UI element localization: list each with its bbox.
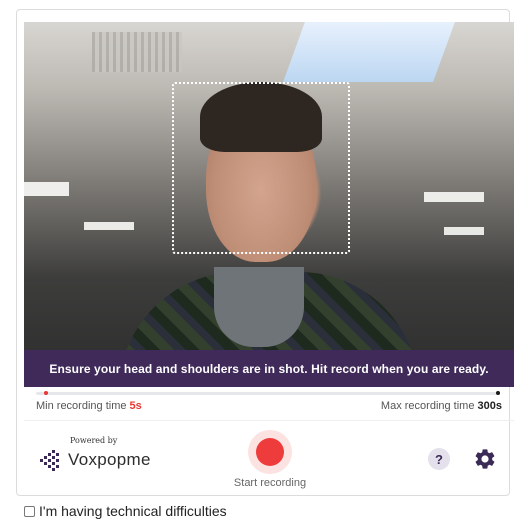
instruction-banner: Ensure your head and shoulders are in sh… [24, 350, 514, 387]
technical-difficulties-label[interactable]: I'm having technical difficulties [39, 503, 227, 519]
gear-icon[interactable] [473, 447, 497, 471]
ceiling-vent [92, 32, 182, 72]
max-time-marker [496, 391, 500, 395]
ceiling-light [444, 227, 484, 235]
min-recording-time: Min recording time 5s [36, 400, 142, 412]
min-recording-value: 5s [129, 400, 142, 412]
record-button-label: Start recording [233, 477, 307, 489]
divider [24, 420, 514, 421]
help-button[interactable]: ? [428, 448, 450, 470]
person-tshirt [214, 267, 304, 347]
ceiling-light [24, 182, 69, 196]
min-time-marker [44, 391, 48, 395]
recording-progress-bar [36, 391, 500, 395]
ceiling-light [84, 222, 134, 230]
technical-difficulties-row[interactable]: I'm having technical difficulties [24, 503, 227, 519]
powered-by-label: Powered by [70, 436, 118, 445]
ceiling-light [283, 22, 455, 82]
voxpopme-logo-text: Voxpopme [68, 450, 151, 469]
face-guide-frame [172, 82, 350, 254]
record-dot-icon [256, 438, 284, 466]
min-recording-label: Min recording time [36, 400, 130, 412]
camera-preview [24, 22, 514, 387]
technical-difficulties-checkbox[interactable] [24, 505, 35, 517]
max-recording-value: 300s [477, 400, 502, 412]
voxpopme-logo-icon [40, 450, 59, 471]
max-recording-time: Max recording time 300s [381, 400, 502, 412]
max-recording-label: Max recording time [380, 400, 478, 412]
record-button[interactable] [248, 430, 292, 474]
ceiling-light [424, 192, 484, 202]
